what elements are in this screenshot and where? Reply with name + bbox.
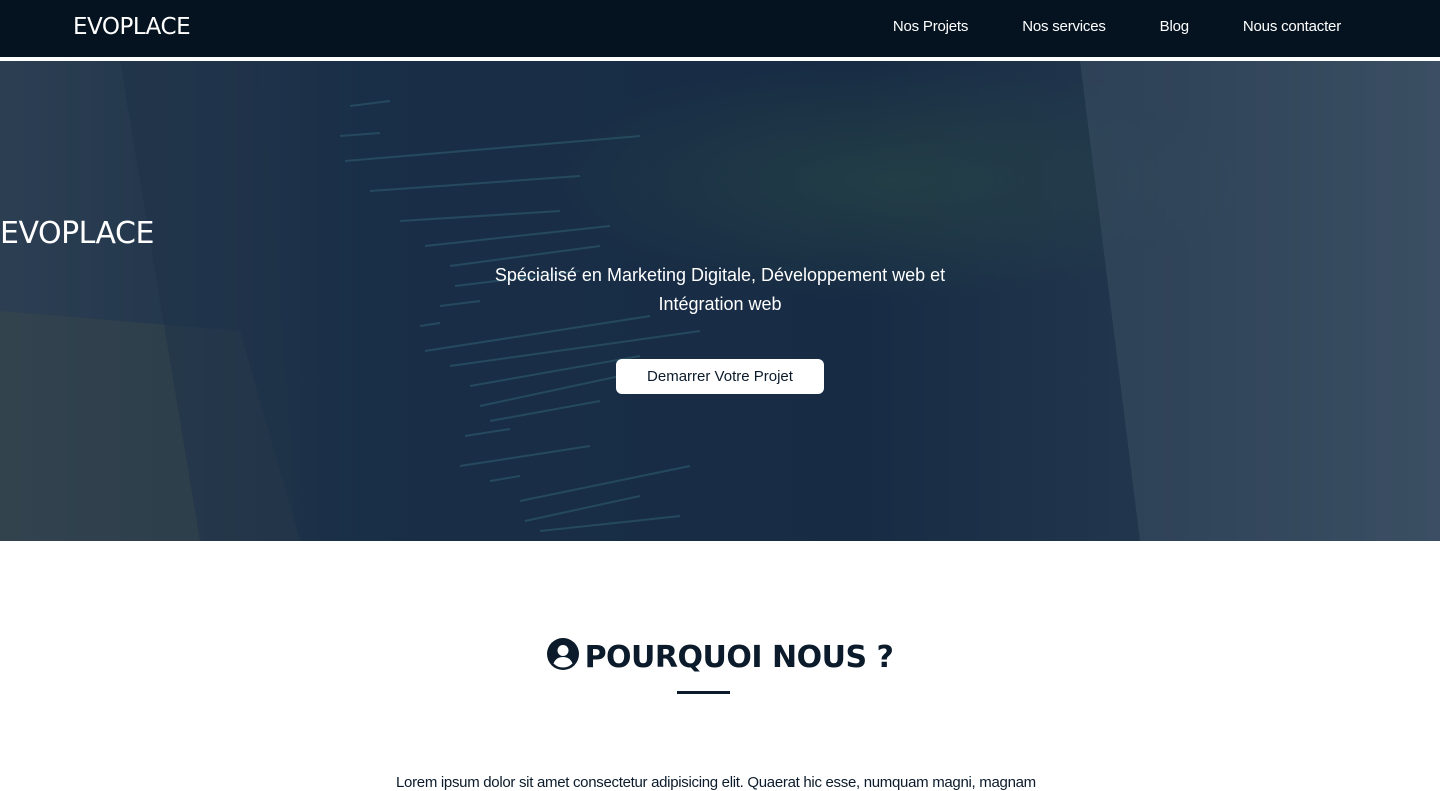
start-project-button[interactable]: Demarrer Votre Projet (616, 359, 824, 394)
user-circle-icon (546, 638, 579, 670)
why-us-heading: POURQUOI NOUS ? (0, 638, 1440, 675)
brand-logo[interactable]: EVOPLACE (73, 14, 191, 40)
nav-link-contact[interactable]: Nous contacter (1243, 18, 1341, 35)
hero-subtitle: Spécialisé en Marketing Digitale, Dévelo… (494, 265, 946, 314)
nav-link-projets[interactable]: Nos Projets (893, 18, 969, 35)
hero-title: EVOPLACE (0, 216, 154, 251)
nav-links: Nos Projets Nos services Blog Nous conta… (893, 18, 1341, 35)
heading-underline (677, 691, 730, 694)
why-us-title: POURQUOI NOUS ? (584, 640, 894, 675)
navbar: EVOPLACE Nos Projets Nos services Blog N… (0, 0, 1440, 59)
nav-link-services[interactable]: Nos services (1022, 18, 1106, 35)
why-us-text: Lorem ipsum dolor sit amet consectetur a… (396, 774, 1036, 791)
hero-section: EVOPLACE Spécialisé en Marketing Digital… (0, 61, 1440, 541)
nav-link-blog[interactable]: Blog (1160, 18, 1189, 35)
